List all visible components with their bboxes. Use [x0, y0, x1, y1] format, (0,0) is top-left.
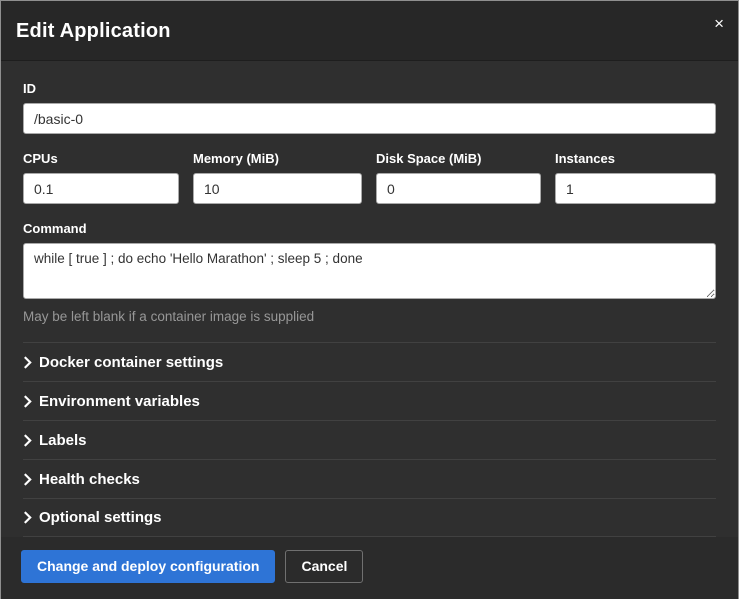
close-icon: × [714, 14, 724, 33]
section-label: Optional settings [39, 509, 162, 526]
resources-row: CPUs Memory (MiB) Disk Space (MiB) Insta… [23, 151, 716, 204]
section-label: Labels [39, 432, 87, 449]
modal-footer: Change and deploy configuration Cancel [1, 537, 738, 599]
id-input[interactable] [23, 103, 716, 134]
memory-input[interactable] [193, 173, 362, 204]
instances-input[interactable] [555, 173, 716, 204]
id-field-group: ID [23, 81, 716, 134]
section-label: Environment variables [39, 393, 200, 410]
section-docker-container-settings[interactable]: Docker container settings [23, 342, 716, 381]
chevron-right-icon [23, 395, 39, 408]
id-label: ID [23, 81, 716, 96]
cancel-button[interactable]: Cancel [285, 550, 363, 583]
disk-space-label: Disk Space (MiB) [376, 151, 541, 166]
cpus-field-group: CPUs [23, 151, 179, 204]
section-health-checks[interactable]: Health checks [23, 459, 716, 498]
command-field-group: Command while [ true ] ; do echo 'Hello … [23, 221, 716, 324]
modal-title: Edit Application [16, 20, 723, 43]
chevron-right-icon [23, 511, 39, 524]
modal-header: Edit Application × [1, 1, 738, 61]
command-textarea[interactable]: while [ true ] ; do echo 'Hello Marathon… [23, 243, 716, 299]
command-label: Command [23, 221, 716, 236]
disk-space-input[interactable] [376, 173, 541, 204]
section-optional-settings[interactable]: Optional settings [23, 498, 716, 537]
edit-application-modal: Edit Application × ID CPUs Memory (MiB) … [0, 0, 739, 599]
collapsible-sections: Docker container settings Environment va… [23, 342, 716, 537]
chevron-right-icon [23, 473, 39, 486]
change-and-deploy-button[interactable]: Change and deploy configuration [21, 550, 275, 583]
command-help-text: May be left blank if a container image i… [23, 309, 716, 324]
memory-label: Memory (MiB) [193, 151, 362, 166]
disk-space-field-group: Disk Space (MiB) [376, 151, 541, 204]
instances-field-group: Instances [555, 151, 716, 204]
chevron-right-icon [23, 434, 39, 447]
close-button[interactable]: × [714, 15, 724, 32]
cpus-label: CPUs [23, 151, 179, 166]
section-label: Docker container settings [39, 354, 223, 371]
section-labels[interactable]: Labels [23, 420, 716, 459]
cpus-input[interactable] [23, 173, 179, 204]
section-label: Health checks [39, 471, 140, 488]
memory-field-group: Memory (MiB) [193, 151, 362, 204]
chevron-right-icon [23, 356, 39, 369]
instances-label: Instances [555, 151, 716, 166]
section-environment-variables[interactable]: Environment variables [23, 381, 716, 420]
modal-body: ID CPUs Memory (MiB) Disk Space (MiB) In… [1, 61, 738, 537]
